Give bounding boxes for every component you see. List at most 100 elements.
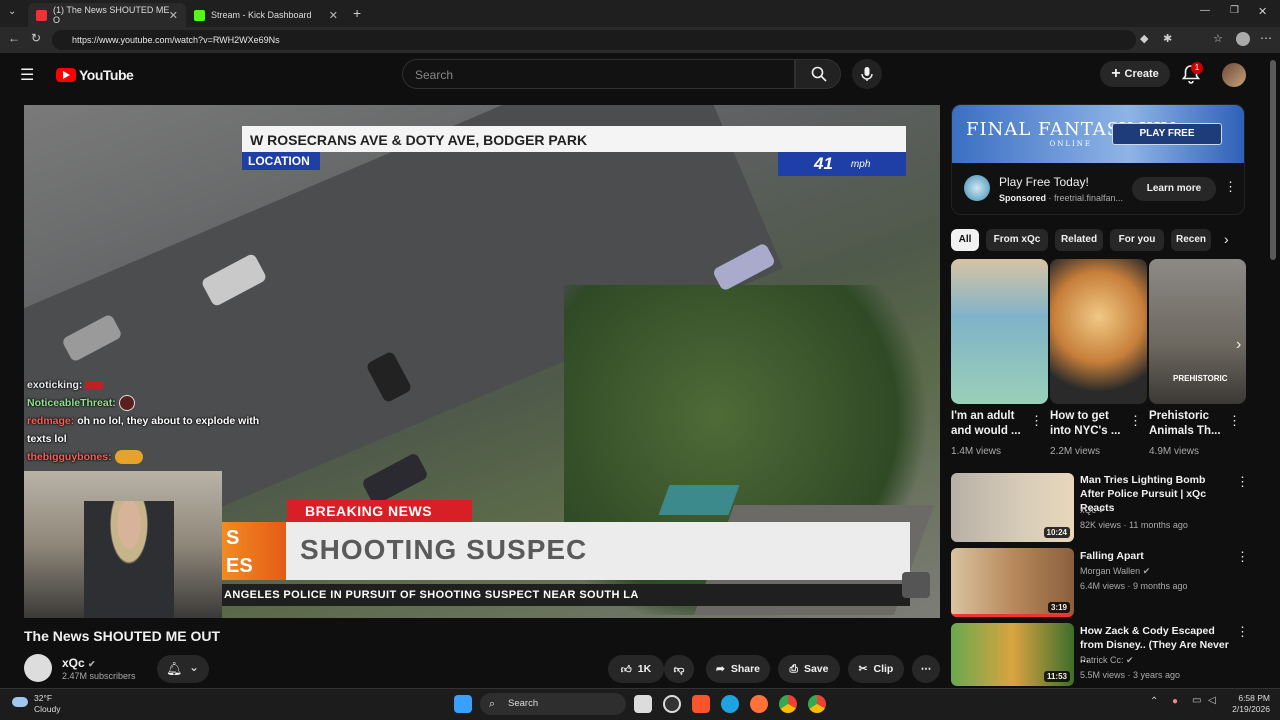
more-actions-button[interactable]: ⋯	[912, 655, 940, 683]
firefox-icon[interactable]	[750, 695, 768, 713]
speed-unit: mph	[850, 158, 871, 170]
search-button[interactable]	[795, 59, 841, 89]
close-window-icon[interactable]: ✕	[1258, 5, 1267, 18]
page-scrollbar[interactable]	[1270, 60, 1276, 260]
youtube-favicon-icon	[36, 9, 47, 21]
restore-icon[interactable]: ❐	[1230, 5, 1239, 16]
share-button[interactable]: ➦ Share	[706, 655, 770, 683]
short-title[interactable]: I'm an adult and would ...	[951, 409, 1031, 439]
chat-user: exoticking:	[27, 379, 83, 391]
emote-icon	[114, 450, 143, 465]
more-options-icon[interactable]: ⋮	[1236, 549, 1249, 565]
more-options-icon[interactable]: ⋮	[1030, 413, 1043, 429]
tab-kick[interactable]: Stream - Kick Dashboard ✕	[186, 3, 346, 27]
video-thumbnail[interactable]: 3:19	[951, 548, 1074, 617]
video-channel[interactable]: xQc ✔	[1080, 505, 1106, 516]
save-button[interactable]: ⎙ Save	[778, 655, 840, 683]
new-tab-icon[interactable]: +	[353, 5, 361, 21]
taskbar-clock[interactable]: 6:58 PM 2/19/2026	[1224, 693, 1270, 715]
youtube-header: ☰ YouTube Search + Create 1	[0, 53, 1280, 97]
obs-icon[interactable]	[663, 695, 681, 713]
like-button[interactable]: 👍︎ 1K	[608, 655, 664, 683]
ad-banner[interactable]: FINAL FANTASY XIV ONLINE PLAY FREE	[952, 105, 1244, 163]
clip-button[interactable]: ✂ Clip	[848, 655, 904, 683]
file-explorer-icon[interactable]	[634, 695, 652, 713]
short-title[interactable]: How to get into NYC's ...	[1050, 409, 1130, 439]
chip-related[interactable]: Related	[1055, 229, 1103, 251]
more-options-icon[interactable]: ⋮	[1224, 179, 1237, 195]
minimize-icon[interactable]: —	[1200, 5, 1210, 16]
chip-recent[interactable]: Recen	[1171, 229, 1211, 251]
chat-user: NoticeableThreat:	[27, 397, 116, 409]
ad-title: Play Free Today!	[999, 175, 1089, 189]
short-title[interactable]: Prehistoric Animals Th...	[1149, 409, 1229, 439]
ad-play-free-button[interactable]: PLAY FREE	[1112, 123, 1222, 145]
address-bar-row: ← ↻ https://www.youtube.com/watch?v=RWH2…	[0, 27, 1280, 53]
more-icon: ⋯	[920, 663, 932, 675]
video-thumbnail[interactable]: 10:24	[951, 473, 1074, 542]
shorts-next-icon[interactable]: ›	[1236, 336, 1241, 354]
kick-favicon-icon	[194, 9, 205, 21]
create-button[interactable]: + Create	[1100, 61, 1170, 87]
windows-start-icon[interactable]	[454, 695, 472, 713]
search-icon	[811, 66, 827, 82]
taskbar-search[interactable]: ⌕ Search	[480, 693, 626, 715]
create-label: Create	[1124, 68, 1159, 80]
sponsored-ad[interactable]: FINAL FANTASY XIV ONLINE PLAY FREE Play F…	[951, 104, 1245, 215]
chip-all[interactable]: All	[951, 229, 979, 251]
puzzle-icon[interactable]: ✱	[1163, 32, 1172, 45]
short-thumbnail[interactable]: PREHISTORIC	[1149, 259, 1246, 404]
account-avatar[interactable]	[1222, 63, 1246, 87]
tray-chevron-icon[interactable]: ⌃	[1150, 696, 1158, 707]
subscription-bell-button[interactable]: 🔔︎ ⌄	[157, 655, 209, 683]
search-input[interactable]: Search	[402, 59, 795, 89]
voice-search-button[interactable]	[852, 59, 882, 89]
video-channel[interactable]: Patrick Cc: ✔	[1080, 655, 1134, 666]
chrome-profile-icon[interactable]	[808, 695, 826, 713]
video-channel[interactable]: Morgan Wallen ✔	[1080, 566, 1150, 577]
news-ticker: ANGELES POLICE IN PURSUIT OF SHOOTING SU…	[222, 584, 910, 606]
chip-from-xqc[interactable]: From xQc	[986, 229, 1048, 251]
brave-icon[interactable]	[692, 695, 710, 713]
short-thumbnail[interactable]	[951, 259, 1048, 404]
more-options-icon[interactable]: ⋮	[1228, 413, 1241, 429]
more-options-icon[interactable]: ⋮	[1236, 624, 1249, 640]
more-options-icon[interactable]: ⋮	[1236, 474, 1249, 490]
edge-icon[interactable]	[721, 695, 739, 713]
back-icon[interactable]: ←	[8, 31, 20, 45]
youtube-logo[interactable]: YouTube	[56, 67, 134, 83]
volume-icon[interactable]: ◁	[1208, 695, 1216, 706]
close-tab-icon[interactable]: ✕	[169, 9, 178, 22]
more-options-icon[interactable]: ⋮	[1129, 413, 1142, 429]
short-views: 1.4M views	[951, 446, 1002, 457]
tab-youtube[interactable]: (1) The News SHOUTED ME O ✕	[28, 3, 186, 27]
channel-name[interactable]: xQc ✔	[62, 656, 96, 670]
profile-icon[interactable]	[1236, 32, 1250, 46]
chevron-down-icon: ⌄	[189, 660, 200, 674]
favorites-icon[interactable]: ☆	[1213, 32, 1223, 45]
tab-list-icon[interactable]: ⌄	[8, 6, 16, 17]
tab-title: Stream - Kick Dashboard	[211, 10, 312, 20]
weather-widget[interactable]: 32°F Cloudy	[12, 693, 60, 715]
short-thumbnail[interactable]	[1050, 259, 1147, 404]
menu-icon[interactable]: ☰	[20, 65, 34, 85]
network-icon[interactable]: ▭	[1192, 695, 1201, 706]
learn-more-button[interactable]: Learn more	[1132, 177, 1216, 201]
chip-for-you[interactable]: For you	[1110, 229, 1164, 251]
channel-avatar[interactable]	[24, 654, 52, 682]
speed-value: 41	[814, 154, 833, 173]
verified-icon: ✔	[1126, 655, 1134, 665]
dislike-button[interactable]: 👎︎	[664, 655, 694, 683]
url-field[interactable]: https://www.youtube.com/watch?v=RWH2WXe6…	[52, 30, 1136, 50]
extension-icon[interactable]: ◆	[1140, 32, 1148, 45]
more-icon[interactable]: ⋯	[1260, 31, 1272, 45]
microphone-tray-icon[interactable]: ●	[1172, 696, 1178, 707]
close-tab-icon[interactable]: ✕	[329, 9, 338, 22]
chevron-right-icon[interactable]: ›	[1224, 231, 1229, 247]
video-channel-name: xQc	[1080, 505, 1097, 515]
chrome-icon[interactable]	[779, 695, 797, 713]
video-thumbnail[interactable]: 11:53	[951, 623, 1074, 686]
reload-icon[interactable]: ↻	[31, 31, 41, 45]
save-label: Save	[803, 663, 829, 675]
video-title-link[interactable]: Falling Apart	[1080, 549, 1230, 563]
